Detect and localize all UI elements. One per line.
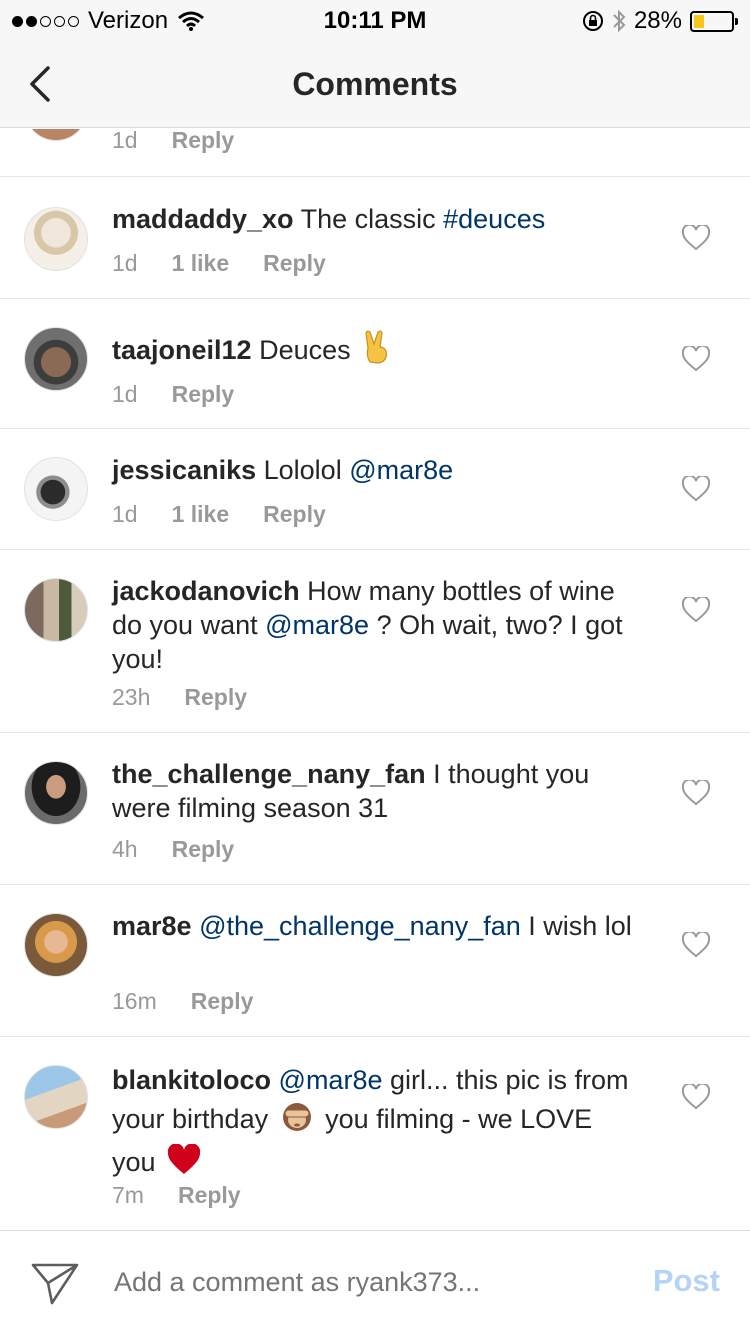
avatar[interactable] — [24, 761, 88, 825]
page-title: Comments — [292, 66, 458, 102]
comment-row: taajoneil12 Deuces 1d Reply — [0, 299, 750, 429]
avatar[interactable] — [24, 129, 88, 141]
likes-count[interactable]: 1 like — [172, 501, 230, 528]
comment-text-part — [192, 911, 200, 941]
comment-time: 4h — [112, 836, 138, 862]
comment-text: taajoneil12 Deuces — [112, 330, 632, 372]
comment-meta: 1d 1 like Reply — [112, 250, 326, 277]
comment-meta: 1d 1 like Reply — [112, 501, 326, 528]
comment-list[interactable]: 1d Reply maddaddy_xo The classic #deuces… — [0, 129, 750, 1229]
nav-bar: Comments — [0, 40, 750, 128]
reply-button[interactable]: Reply — [263, 250, 326, 277]
mention-link[interactable]: @mar8e — [349, 455, 453, 485]
comment-text-part: The classic — [293, 204, 444, 234]
comment-text: jessicaniks Lololol @mar8e — [112, 453, 632, 487]
heart-icon[interactable] — [682, 346, 710, 372]
heart-icon[interactable] — [682, 932, 710, 958]
rotation-lock-icon — [582, 11, 603, 31]
comment-time: 16m — [112, 988, 157, 1014]
comment-meta: 1d Reply — [112, 129, 234, 154]
avatar[interactable] — [24, 327, 88, 391]
victory-hand-emoji — [362, 330, 392, 372]
status-right: 28% — [582, 7, 738, 35]
comment-text-part: Lololol — [256, 455, 350, 485]
comment-text: mar8e @the_challenge_nany_fan I wish lol — [112, 909, 632, 943]
comment-username[interactable]: jackodanovich — [112, 576, 300, 606]
heart-icon[interactable] — [682, 1084, 710, 1110]
comment-row: jessicaniks Lololol @mar8e 1d 1 like Rep… — [0, 429, 750, 550]
comment-time: 1d — [112, 501, 138, 527]
comment-time: 23h — [112, 684, 151, 710]
comment-username[interactable]: taajoneil12 — [112, 335, 252, 365]
comment-row: jackodanovich How many bottles of wine d… — [0, 550, 750, 733]
paper-plane-icon[interactable] — [30, 1259, 80, 1307]
comment-row: maddaddy_xo The classic #deuces 1d 1 lik… — [0, 178, 750, 299]
comment-time: 1d — [112, 381, 138, 407]
avatar[interactable] — [24, 913, 88, 977]
hashtag-link[interactable]: #deuces — [443, 204, 545, 234]
comment-time: 1d — [112, 250, 138, 276]
mention-link[interactable]: @mar8e — [265, 610, 369, 640]
comment-meta: 16m Reply — [112, 988, 253, 1015]
status-bar: Verizon 10:11 PM 28% — [0, 0, 750, 40]
comment-meta: 4h Reply — [112, 836, 234, 863]
see-no-evil-monkey-emoji — [280, 1099, 314, 1143]
comment-row: 1d Reply — [0, 129, 750, 177]
heart-icon[interactable] — [682, 476, 710, 502]
comment-time: 7m — [112, 1182, 144, 1208]
comment-meta: 23h Reply — [112, 684, 247, 711]
comment-row: mar8e @the_challenge_nany_fan I wish lol… — [0, 885, 750, 1037]
comment-username[interactable]: maddaddy_xo — [112, 204, 294, 234]
avatar[interactable] — [24, 578, 88, 642]
comment-username[interactable]: jessicaniks — [112, 455, 256, 485]
heart-icon[interactable] — [682, 225, 710, 251]
avatar[interactable] — [24, 457, 88, 521]
mention-link[interactable]: @mar8e — [279, 1065, 383, 1095]
comment-composer: Post — [0, 1230, 750, 1334]
battery-level — [694, 14, 705, 28]
comment-username[interactable]: the_challenge_nany_fan — [112, 759, 426, 789]
avatar[interactable] — [24, 207, 88, 271]
comment-text-part: Deuces — [251, 335, 359, 365]
comment-text: the_challenge_nany_fan I thought you wer… — [112, 757, 632, 825]
comment-username[interactable]: blankitoloco — [112, 1065, 271, 1095]
reply-button[interactable]: Reply — [191, 988, 254, 1015]
mention-link[interactable]: @the_challenge_nany_fan — [199, 911, 521, 941]
comment-text: maddaddy_xo The classic #deuces — [112, 202, 632, 236]
comment-text-part — [271, 1065, 279, 1095]
comment-row: the_challenge_nany_fan I thought you wer… — [0, 733, 750, 885]
comment-text: jackodanovich How many bottles of wine d… — [112, 574, 632, 676]
heart-icon[interactable] — [682, 597, 710, 623]
comment-row: blankitoloco @mar8e girl... this pic is … — [0, 1037, 750, 1229]
top-bar: Verizon 10:11 PM 28% Comments — [0, 0, 750, 128]
post-button[interactable]: Post — [653, 1263, 720, 1299]
comment-meta: 7m Reply — [112, 1182, 241, 1209]
heart-icon[interactable] — [682, 780, 710, 806]
reply-button[interactable]: Reply — [172, 129, 235, 154]
comment-time: 1d — [112, 129, 138, 153]
reply-button[interactable]: Reply — [263, 501, 326, 528]
red-heart-emoji — [167, 1143, 201, 1186]
avatar[interactable] — [24, 1065, 88, 1129]
battery-percent: 28% — [633, 7, 682, 34]
comment-input[interactable] — [114, 1267, 614, 1298]
reply-button[interactable]: Reply — [172, 381, 235, 408]
comment-meta: 1d Reply — [112, 381, 234, 408]
battery-icon — [690, 10, 738, 32]
bluetooth-icon — [613, 9, 626, 33]
comment-text: blankitoloco @mar8e girl... this pic is … — [112, 1061, 632, 1186]
reply-button[interactable]: Reply — [178, 1182, 241, 1209]
comment-username[interactable]: mar8e — [112, 911, 192, 941]
reply-button[interactable]: Reply — [172, 836, 235, 863]
likes-count[interactable]: 1 like — [172, 250, 230, 277]
comment-text-part: I wish lol — [520, 911, 632, 941]
reply-button[interactable]: Reply — [184, 684, 247, 711]
